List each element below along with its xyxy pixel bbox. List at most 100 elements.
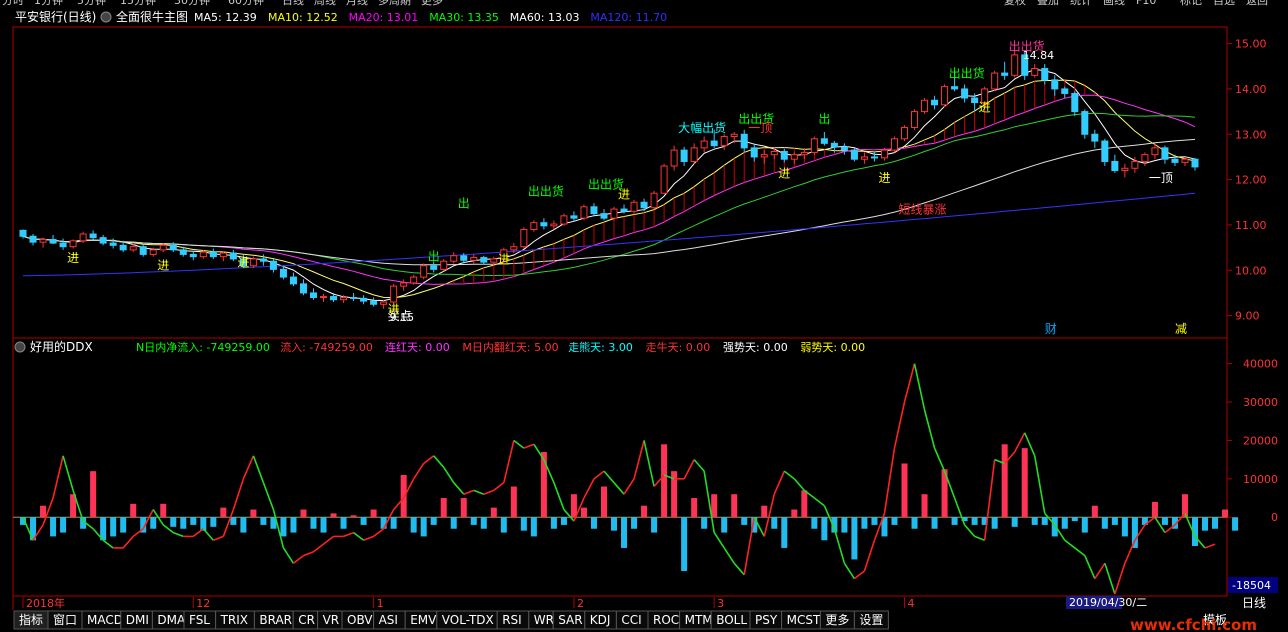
indicator-tab-label[interactable]: 窗口: [53, 613, 77, 627]
signal-label: 进: [157, 258, 169, 272]
indicator-tab-label[interactable]: MACD: [87, 613, 123, 627]
candle-down: [1071, 92, 1079, 113]
ddx-line-segment: [1104, 563, 1116, 595]
top-menu-item[interactable]: 更多: [421, 0, 443, 7]
top-menu-item[interactable]: 15分钟: [120, 0, 156, 7]
top-menu-item[interactable]: 分时: [2, 0, 24, 7]
ddx-bar-negative: [871, 517, 878, 525]
indicator-tab-label[interactable]: CCI: [621, 613, 641, 627]
ddx-bar-positive: [641, 505, 648, 518]
ma-readouts: MA5: 12.39 MA10: 12.52 MA20: 13.01 MA30: 13…: [194, 11, 667, 24]
candle-down: [289, 276, 297, 285]
candle-up: [800, 151, 808, 156]
ddx-readouts: N日内净流入: -749259.00 流入: -749259.00 连红天: 0.0…: [136, 340, 865, 354]
event-marker[interactable]: 财: [1045, 322, 1057, 336]
indicator-tab-label[interactable]: OBV: [347, 613, 373, 627]
top-menu-item[interactable]: 5分钟: [77, 0, 106, 7]
top-menu-item[interactable]: 60分钟: [228, 0, 264, 7]
indicator-tab-label[interactable]: VR: [323, 613, 340, 627]
top-right-menu-item[interactable]: F10: [1136, 0, 1156, 7]
ddx-line-segment: [773, 470, 786, 495]
time-tick-label: 2018年: [26, 596, 65, 610]
indicator-tab-label[interactable]: KDJ: [590, 613, 611, 627]
indicator-tab-label[interactable]: MTM: [685, 613, 713, 627]
current-value-label: -18504: [1232, 579, 1271, 592]
indicator-tab-label[interactable]: VOL-TDX: [442, 613, 494, 627]
ddx-bar-negative: [320, 517, 327, 533]
ddx-bar-negative: [1071, 517, 1078, 522]
indicator-dropdown-icon[interactable]: [100, 11, 112, 23]
ddx-line-segment: [974, 535, 985, 542]
ddx-readout: 流入: -749259.00: [280, 340, 373, 354]
indicator-tab-label[interactable]: WR: [534, 613, 554, 627]
candle-down: [640, 201, 648, 209]
top-right-menu-item[interactable]: 画线: [1103, 0, 1125, 7]
candle-down: [19, 229, 27, 237]
indicator-tab-label[interactable]: CR: [298, 613, 315, 627]
ddx-bar-negative: [781, 517, 788, 548]
ddx-line-segment: [893, 401, 906, 449]
indicator-tab-label[interactable]: SAR: [558, 613, 582, 627]
indicator-tab-label[interactable]: PSY: [755, 613, 778, 627]
ddx-bar-positive: [440, 498, 447, 518]
candle-down: [430, 265, 438, 270]
watermark: www.cfchi.com: [1130, 616, 1257, 632]
chart-workspace[interactable]: 分时 1分钟 5分钟 15分钟 30分钟 60分钟 日线 周线 月线 多周期 更多 复权 叠加 统计 画线 F…: [0, 0, 1288, 632]
sub-indicator-name[interactable]: 好用的DDX: [30, 339, 93, 354]
top-menu-item[interactable]: 1分钟: [34, 0, 63, 7]
signal-label: 出出货: [949, 66, 985, 81]
price-tick-label: 11.00: [1235, 219, 1267, 232]
indicator-tab-label[interactable]: TRIX: [220, 613, 248, 627]
ddx-bar-positive: [901, 463, 908, 518]
top-menu-item[interactable]: 日线: [282, 0, 304, 7]
top-right-menu-item[interactable]: 标记: [1180, 0, 1202, 7]
candle-down: [89, 233, 97, 239]
event-marker[interactable]: 减: [1175, 322, 1187, 336]
top-right-menu-item[interactable]: 复权: [1004, 0, 1026, 7]
candle-up: [420, 265, 428, 278]
indicator-tab-label[interactable]: EMV: [410, 613, 437, 627]
ddx-bar-positive: [580, 507, 587, 518]
sub-indicator-dropdown-icon[interactable]: [14, 341, 26, 353]
top-right-menu-item[interactable]: 统计: [1070, 0, 1092, 7]
indicator-tab-label[interactable]: 设置: [859, 613, 883, 627]
top-right-menu-item[interactable]: 自选: [1213, 0, 1235, 7]
ddx-line-segment: [1094, 562, 1106, 580]
indicator-tab-label[interactable]: ROC: [653, 613, 679, 627]
top-menu-item[interactable]: 周线: [314, 0, 336, 7]
candle-up: [941, 86, 949, 106]
ddx-line-segment: [353, 531, 365, 541]
main-panel-header: 平安银行(日线) 全面很牛主图 MA5: 12.39 MA10: 12.52 MA2…: [15, 9, 667, 24]
period-label[interactable]: 日线: [1242, 596, 1266, 610]
sub-panel-frame: [12, 337, 1228, 597]
candle-down: [279, 268, 287, 278]
indicator-tab-label[interactable]: ASI: [379, 613, 398, 627]
indicator-tab-label[interactable]: RSI: [502, 613, 522, 627]
indicator-tab-label[interactable]: 指标: [19, 612, 43, 627]
candle-down: [370, 300, 378, 305]
top-right-menu-item[interactable]: 叠加: [1037, 0, 1059, 7]
bottom-indicator-tabs: 指标 窗口 MACD DMI DMA FSL TRIX BRAR CR VR OBV ASI EMV VO…: [13, 610, 889, 630]
main-indicator-name[interactable]: 全面很牛主图: [116, 9, 188, 24]
indicator-tab-label[interactable]: BRAR: [259, 613, 292, 627]
ddx-bar-negative: [771, 517, 778, 529]
indicator-tab-label[interactable]: FSL: [189, 613, 210, 627]
top-right-menu-item[interactable]: 返回: [1246, 0, 1268, 7]
candle-up: [520, 228, 528, 248]
top-menu-item[interactable]: 30分钟: [174, 0, 210, 7]
candle-up: [1121, 167, 1129, 172]
ddx-bar-negative: [110, 517, 117, 537]
top-menu-item[interactable]: 月线: [346, 0, 368, 7]
low-price-label: 9.15: [390, 311, 415, 324]
ddx-line-segment: [213, 535, 224, 542]
candle-up: [320, 296, 328, 299]
indicator-tab-label[interactable]: 更多: [825, 613, 849, 627]
indicator-tab-label[interactable]: BOLL: [716, 613, 747, 627]
indicator-tab-label[interactable]: MCST: [787, 613, 821, 627]
candle-up: [490, 258, 498, 263]
indicator-tab-label[interactable]: DMI: [126, 613, 149, 627]
indicator-tab-label[interactable]: DMA: [157, 613, 186, 627]
ma-readout: MA30: 13.35: [429, 11, 499, 24]
ddx-line-segment: [323, 535, 335, 545]
top-menu-item[interactable]: 多周期: [378, 0, 411, 7]
